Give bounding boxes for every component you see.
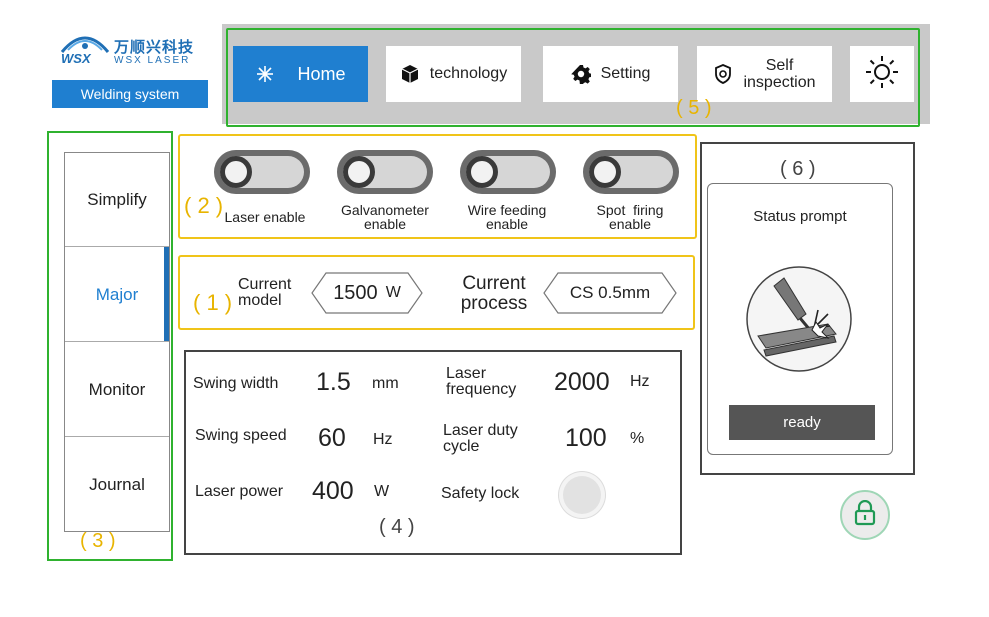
laser-duty-cycle-label-line1: Laser duty	[443, 422, 518, 439]
laser-duty-cycle-value[interactable]: 100	[565, 424, 607, 453]
nav-self-inspection-button[interactable]: Self inspection	[697, 46, 832, 102]
status-state-badge: ready	[729, 405, 875, 440]
zone-4-label: ( 4 )	[379, 516, 415, 538]
status-prompt-title: Status prompt	[753, 208, 847, 225]
current-model-label-line2: model	[238, 292, 282, 309]
galvanometer-enable-label: Galvanometer enable	[325, 203, 445, 231]
shield-check-icon	[713, 64, 733, 84]
laser-enable-toggle[interactable]	[214, 150, 310, 194]
nav-self-inspection-label: Self inspection	[743, 57, 815, 91]
galvanometer-enable-toggle[interactable]	[337, 150, 433, 194]
gear-icon	[570, 64, 591, 84]
welding-torch-icon	[746, 266, 852, 372]
swing-speed-value[interactable]: 60	[318, 424, 346, 453]
spot-firing-label-line2: enable	[608, 216, 652, 232]
spot-firing-enable-label: Spot firing enable	[570, 203, 690, 231]
current-process-value: CS 0.5mm	[569, 283, 651, 302]
laser-power-label: Laser power	[195, 483, 284, 500]
current-model-label-line1: Current	[238, 276, 292, 293]
current-process-field[interactable]: CS 0.5mm	[545, 274, 675, 312]
laser-frequency-label-line1: Laser	[446, 365, 487, 382]
nav-self-inspection-label-line1: Self	[765, 57, 794, 74]
current-model-value: 1500	[333, 281, 378, 304]
current-process-label-line1: Current	[462, 273, 526, 294]
swing-speed-label: Swing speed	[195, 427, 287, 444]
brand-en-name: WSX LASER	[114, 55, 191, 66]
wire-feeding-enable-toggle[interactable]	[460, 150, 556, 194]
zone-3-label: ( 3 )	[80, 530, 116, 552]
wsx-logo-icon: WSX	[60, 36, 110, 66]
toggle-knob	[466, 156, 498, 188]
laser-power-value[interactable]: 400	[312, 477, 354, 506]
sparkle-icon	[255, 64, 275, 84]
zone-6-label: ( 6 )	[780, 158, 816, 180]
sun-icon	[865, 55, 899, 94]
nav-technology-button[interactable]: technology	[386, 46, 521, 102]
sidebar-item-monitor[interactable]: Monitor	[65, 343, 169, 437]
nav-setting-button[interactable]: Setting	[543, 46, 678, 102]
nav-self-inspection-label-line2: inspection	[743, 74, 816, 91]
laser-frequency-unit: Hz	[630, 373, 650, 390]
brand-cn-name: 万顺兴科技	[114, 39, 195, 56]
screen-lock-button[interactable]	[840, 490, 890, 540]
sidebar-active-indicator	[164, 247, 169, 341]
zone-2-label: ( 2 )	[184, 193, 224, 218]
safety-lock-indicator-button[interactable]	[563, 476, 601, 514]
toggle-knob	[343, 156, 375, 188]
laser-duty-cycle-label: Laser duty cycle	[443, 423, 518, 455]
zone-5-label: ( 5 )	[676, 97, 712, 119]
current-process-label: Current process	[456, 274, 532, 314]
laser-duty-cycle-label-line2: cycle	[443, 438, 480, 455]
zone-1-label: ( 1 )	[193, 290, 233, 315]
toggle-knob	[589, 156, 621, 188]
cube-icon	[400, 64, 420, 84]
sidebar-menu: Simplify Major Monitor Journal	[64, 152, 170, 532]
laser-power-unit: W	[374, 483, 390, 500]
toggle-knob	[220, 156, 252, 188]
padlock-icon	[853, 499, 877, 531]
laser-frequency-label: Laser frequency	[446, 366, 516, 398]
galvanometer-label-line2: enable	[363, 216, 407, 232]
current-model-unit: W	[385, 284, 401, 301]
current-model-label: Current model	[238, 277, 302, 309]
sidebar-item-simplify[interactable]: Simplify	[65, 153, 169, 247]
swing-width-label: Swing width	[193, 375, 279, 392]
theme-toggle-button[interactable]	[850, 46, 914, 102]
nav-home-label: Home	[297, 63, 346, 84]
brand-mark-text: WSX	[61, 51, 92, 66]
swing-width-unit: mm	[372, 375, 399, 392]
laser-frequency-label-line2: frequency	[446, 381, 517, 398]
sidebar-item-major[interactable]: Major	[65, 248, 169, 342]
laser-duty-cycle-unit: %	[630, 430, 645, 447]
current-process-label-line2: process	[460, 293, 528, 314]
sidebar-item-journal[interactable]: Journal	[65, 438, 169, 532]
wire-feeding-label-line2: enable	[485, 216, 529, 232]
swing-width-value[interactable]: 1.5	[316, 368, 351, 397]
spot-firing-enable-toggle[interactable]	[583, 150, 679, 194]
brand-subtitle: Welding system	[52, 80, 208, 108]
swing-speed-unit: Hz	[373, 431, 393, 448]
nav-setting-label: Setting	[600, 65, 651, 82]
laser-frequency-value[interactable]: 2000	[554, 368, 610, 397]
current-model-field[interactable]: 1500 W	[313, 274, 421, 312]
nav-technology-label: technology	[429, 65, 508, 82]
wire-feeding-enable-label: Wire feeding enable	[447, 203, 567, 231]
nav-home-button[interactable]: Home	[233, 46, 368, 102]
laser-enable-label-line1: Laser enable	[224, 209, 306, 225]
safety-lock-label: Safety lock	[441, 485, 520, 502]
